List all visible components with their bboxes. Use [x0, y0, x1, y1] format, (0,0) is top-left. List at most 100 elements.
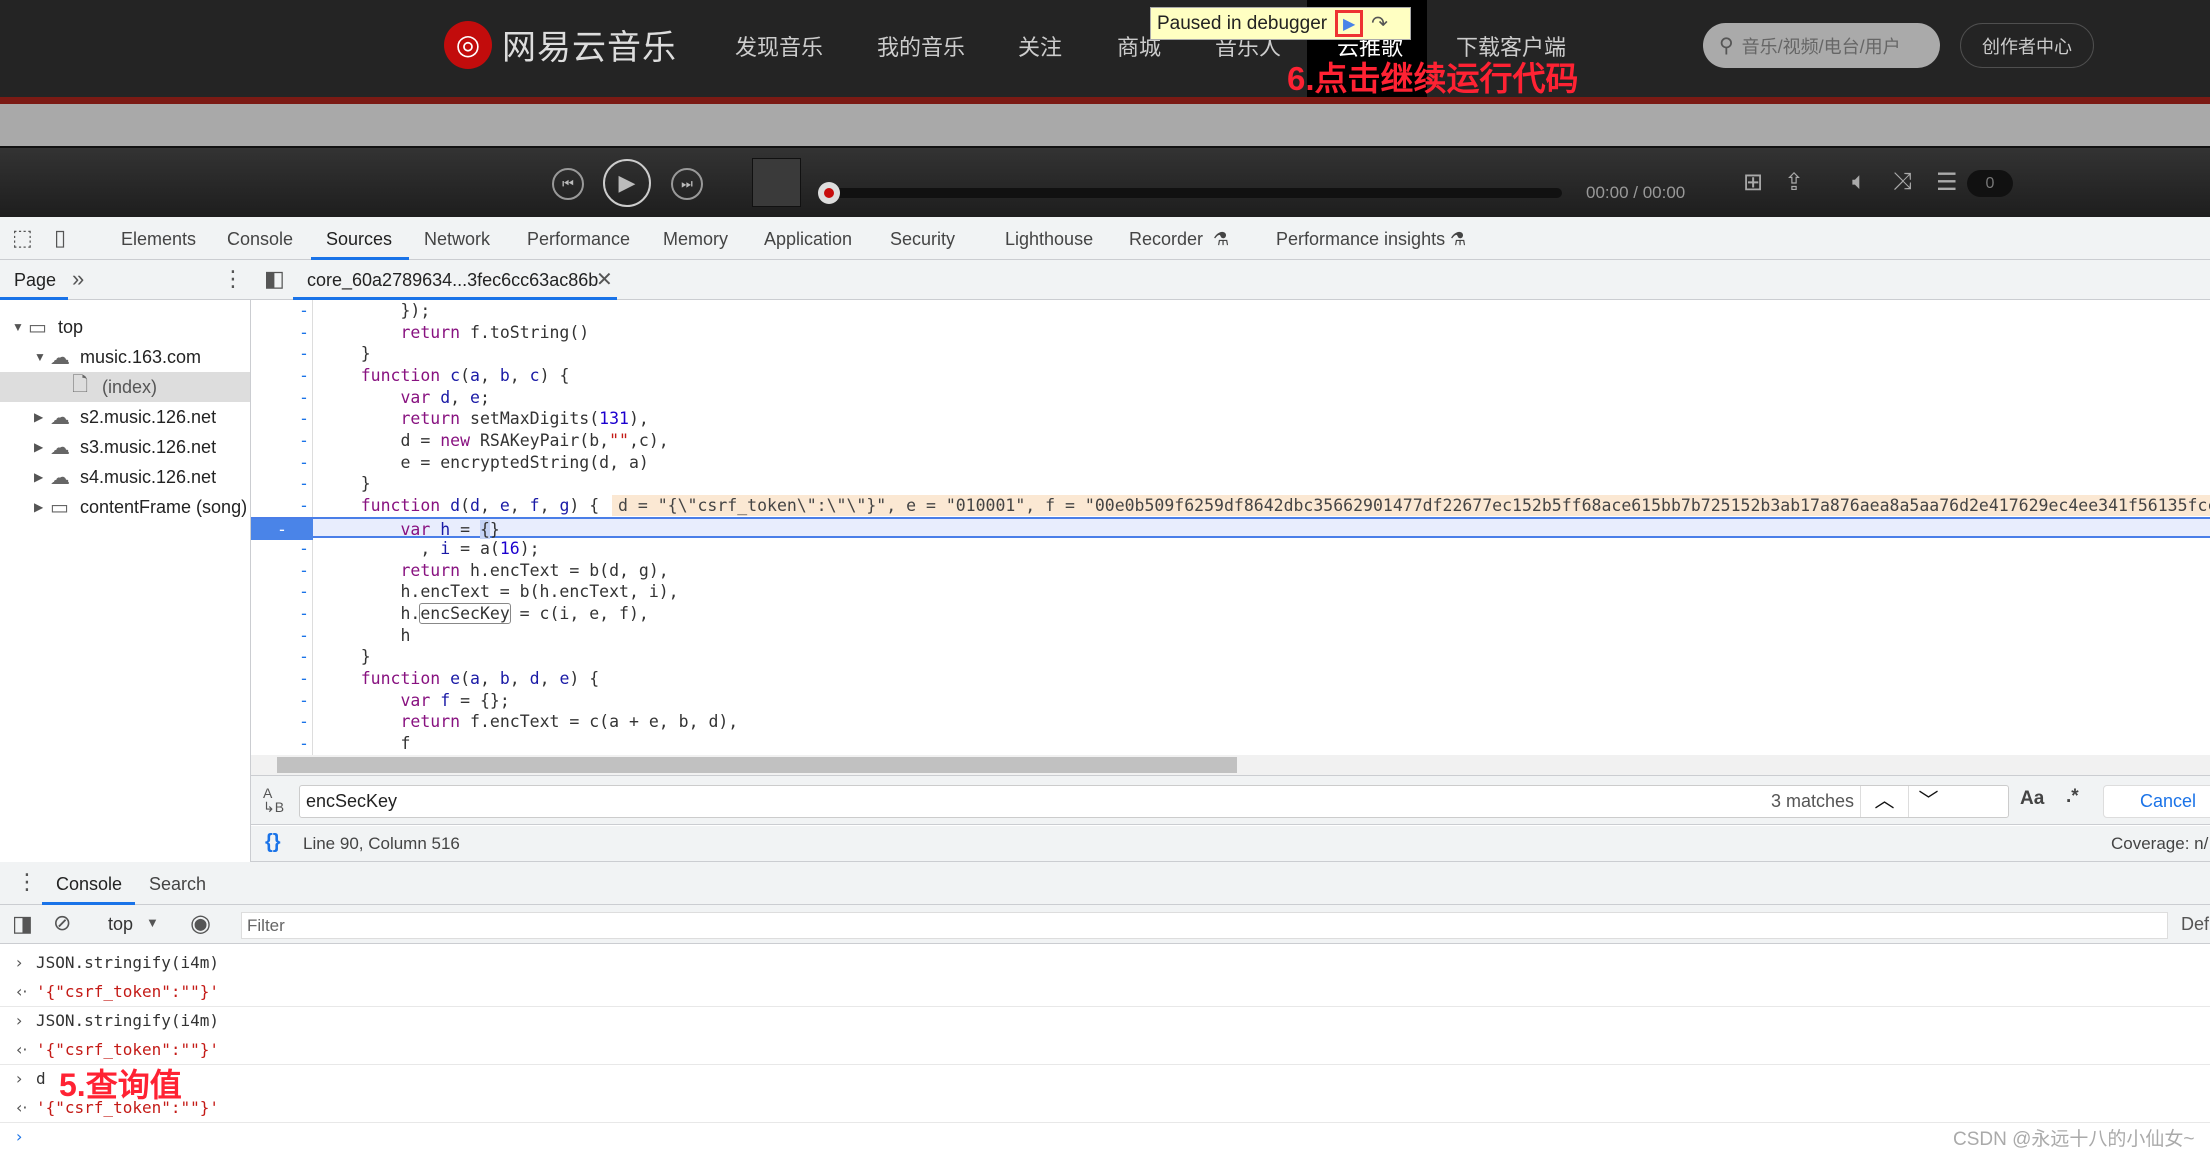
- tab-recorder[interactable]: Recorder: [1129, 229, 1203, 250]
- tab-elements[interactable]: Elements: [121, 229, 196, 250]
- creator-center-button[interactable]: 创作者中心: [1960, 23, 2094, 68]
- code-line[interactable]: - d = new RSAKeyPair(b,"",c),: [251, 430, 2210, 452]
- step-over-icon[interactable]: ↷: [1371, 11, 1388, 36]
- line-marker[interactable]: -: [299, 365, 309, 387]
- match-case-button[interactable]: Aa: [2020, 788, 2044, 810]
- code-line[interactable]: - return f.encText = c(a + e, b, d),: [251, 711, 2210, 733]
- code-line[interactable]: - function d(d, e, f, g) {d = "{\"csrf_t…: [251, 494, 2210, 517]
- line-marker[interactable]: -: [299, 322, 309, 344]
- playlist-count[interactable]: 0: [1967, 170, 2013, 197]
- paused-code-line[interactable]: - var h = {}: [251, 516, 2210, 541]
- volume-icon[interactable]: 🔈︎: [1852, 168, 1866, 196]
- line-marker[interactable]: -: [299, 646, 309, 668]
- code-line[interactable]: - function e(a, b, d, e) {: [251, 668, 2210, 690]
- collapsed-arrow-icon[interactable]: ▶: [34, 500, 43, 514]
- add-to-playlist-icon[interactable]: ⊞: [1743, 168, 1763, 197]
- tab-lighthouse[interactable]: Lighthouse: [1005, 229, 1093, 250]
- drawer-tab-search[interactable]: Search: [149, 874, 206, 895]
- code-line[interactable]: - var f = {};: [251, 690, 2210, 712]
- previous-match-button[interactable]: ︿: [1860, 786, 1908, 817]
- tab-application[interactable]: Application: [764, 229, 852, 250]
- line-marker[interactable]: -: [299, 560, 309, 582]
- collapsed-arrow-icon[interactable]: ▶: [34, 470, 43, 484]
- collapsed-arrow-icon[interactable]: ▶: [34, 440, 43, 454]
- line-marker[interactable]: -: [299, 711, 309, 733]
- tab-page[interactable]: Page: [14, 270, 56, 291]
- collapsed-arrow-icon[interactable]: ▶: [34, 410, 43, 424]
- tree-item[interactable]: ▶ ☁ s4.music.126.net: [0, 462, 250, 492]
- line-marker[interactable]: -: [299, 690, 309, 712]
- tree-item[interactable]: ▶ ☁ s2.music.126.net: [0, 402, 250, 432]
- progress-track[interactable]: [818, 188, 1562, 198]
- tab-performance-insights[interactable]: Performance insights: [1276, 229, 1445, 250]
- line-marker[interactable]: -: [299, 473, 309, 495]
- line-marker[interactable]: -: [251, 518, 313, 541]
- tree-item[interactable]: ▼ ☁ music.163.com: [0, 342, 250, 372]
- nav-my-music[interactable]: 我的音乐: [877, 30, 965, 62]
- code-editor[interactable]: - }); - return f.toString() - } - function …: [251, 300, 2210, 755]
- next-track-button[interactable]: ⏭: [671, 168, 703, 200]
- console-filter-input[interactable]: Filter: [241, 912, 2168, 939]
- line-marker[interactable]: -: [299, 408, 309, 430]
- line-marker[interactable]: -: [299, 581, 309, 603]
- code-line[interactable]: - f: [251, 733, 2210, 755]
- inspect-element-icon[interactable]: ⬚: [12, 225, 33, 251]
- tab-sources[interactable]: Sources: [326, 229, 392, 250]
- sidebar-toggle-icon[interactable]: ◨: [12, 911, 33, 937]
- tab-performance[interactable]: Performance: [527, 229, 630, 250]
- code-line[interactable]: - }: [251, 473, 2210, 495]
- clear-console-icon[interactable]: ⊘: [53, 910, 71, 936]
- line-marker[interactable]: -: [299, 387, 309, 409]
- more-tabs-icon[interactable]: »: [72, 266, 84, 292]
- drawer-tab-console[interactable]: Console: [56, 874, 122, 895]
- line-marker[interactable]: -: [299, 668, 309, 690]
- code-line[interactable]: - }: [251, 343, 2210, 365]
- line-marker[interactable]: -: [299, 603, 309, 625]
- context-select[interactable]: top: [108, 914, 133, 935]
- nav-discover[interactable]: 发现音乐: [735, 30, 823, 62]
- console-prompt[interactable]: ›: [0, 1122, 2210, 1151]
- expanded-arrow-icon[interactable]: ▼: [34, 350, 46, 364]
- share-icon[interactable]: ⇪: [1784, 168, 1804, 197]
- nav-follow[interactable]: 关注: [1018, 30, 1062, 62]
- progress-handle[interactable]: [818, 182, 840, 204]
- line-marker[interactable]: -: [299, 625, 309, 647]
- tab-security[interactable]: Security: [890, 229, 955, 250]
- previous-track-button[interactable]: ⏮: [552, 168, 584, 200]
- tab-network[interactable]: Network: [424, 229, 490, 250]
- line-marker[interactable]: -: [299, 343, 309, 365]
- file-tab[interactable]: core_60a2789634...3fec6cc63ac86b: [307, 270, 598, 291]
- regex-button[interactable]: .*: [2066, 786, 2079, 808]
- tree-item[interactable]: ▼ ▭ top: [0, 312, 250, 342]
- tab-console[interactable]: Console: [227, 229, 293, 250]
- next-match-button[interactable]: ﹀: [1908, 786, 1948, 817]
- log-levels-select[interactable]: Def: [2181, 914, 2209, 935]
- tree-item[interactable]: ▶ ☁ s3.music.126.net: [0, 432, 250, 462]
- playlist-icon[interactable]: ☰: [1936, 168, 1958, 197]
- line-marker[interactable]: -: [299, 495, 309, 517]
- resume-icon[interactable]: ▶: [1335, 10, 1364, 37]
- tree-item[interactable]: 🗋 (index): [0, 372, 250, 402]
- play-button[interactable]: ▶: [603, 159, 651, 207]
- device-toolbar-icon[interactable]: ▯: [54, 225, 66, 251]
- code-line[interactable]: - e = encryptedString(d, a): [251, 452, 2210, 474]
- eye-icon[interactable]: ◉: [190, 909, 211, 938]
- shuffle-icon[interactable]: ⤨: [1893, 168, 1912, 196]
- code-line[interactable]: - h.encSecKey = c(i, e, f),: [251, 603, 2210, 625]
- site-search-input[interactable]: ⚲ 音乐/视频/电台/用户: [1703, 23, 1940, 68]
- line-marker[interactable]: -: [299, 430, 309, 452]
- code-line[interactable]: - return setMaxDigits(131),: [251, 408, 2210, 430]
- line-marker[interactable]: -: [299, 300, 309, 322]
- cancel-button[interactable]: Cancel: [2103, 785, 2210, 818]
- code-line[interactable]: - });: [251, 300, 2210, 322]
- code-line[interactable]: - h: [251, 625, 2210, 647]
- find-input[interactable]: encSecKey 3 matches ︿ ﹀: [299, 785, 2009, 818]
- code-line[interactable]: - return h.encText = b(d, g),: [251, 560, 2210, 582]
- drawer-menu-icon[interactable]: ⋮: [16, 869, 38, 895]
- line-marker[interactable]: -: [299, 733, 309, 755]
- chevron-down-icon[interactable]: ▼: [146, 915, 159, 930]
- site-logo[interactable]: ◎ 网易云音乐: [444, 20, 677, 69]
- code-line[interactable]: - h.encText = b(h.encText, i),: [251, 581, 2210, 603]
- line-marker[interactable]: -: [299, 538, 309, 560]
- line-marker[interactable]: -: [299, 452, 309, 474]
